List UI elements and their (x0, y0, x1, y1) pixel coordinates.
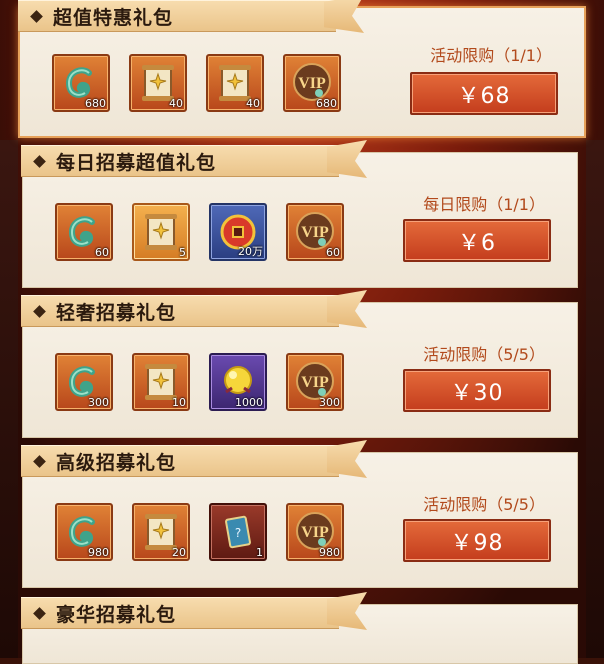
item-slot[interactable]: VIP 60 (286, 203, 344, 261)
diamond-bullet-icon (33, 304, 46, 318)
item-quantity: 20 (172, 546, 186, 559)
diamond-bullet-icon (33, 154, 46, 168)
item-quantity: 5 (179, 246, 186, 259)
item-quantity: 60 (95, 246, 109, 259)
pack-card-4: 豪华招募礼包 (21, 597, 578, 664)
pack-header: 轻奢招募礼包 (21, 295, 339, 327)
buy-button[interactable]: ￥68 (410, 72, 558, 115)
item-quantity: 60 (326, 246, 340, 259)
item-slot[interactable]: 40 (206, 54, 264, 112)
pack-header: 豪华招募礼包 (21, 597, 339, 629)
item-quantity: 980 (319, 546, 340, 559)
item-quantity: 300 (88, 396, 109, 409)
item-quantity: 1000 (235, 396, 263, 409)
diamond-bullet-icon (33, 454, 46, 468)
buy-button[interactable]: ￥98 (403, 519, 551, 562)
item-quantity: 680 (85, 97, 106, 110)
pack-header: 高级招募礼包 (21, 445, 339, 477)
item-slot[interactable]: 20万 (209, 203, 267, 261)
purchase-limit: 活动限购（1/1） (430, 46, 552, 65)
item-slot[interactable]: 680 (52, 54, 110, 112)
pack-card-3: 高级招募礼包 980 20 ? 1 VIP 980 活动限购（5/5） ￥98 (21, 445, 578, 588)
recruit-scroll-icon (139, 210, 183, 254)
card-frame-icon: ? (218, 512, 258, 552)
item-slot[interactable]: 980 (55, 503, 113, 561)
pack-header: 超值特惠礼包 (18, 0, 336, 32)
pack-items: 60 5 20万 VIP 60 (55, 203, 344, 261)
item-slot[interactable]: 5 (132, 203, 190, 261)
right-side-panel (586, 140, 604, 658)
pack-card-1: 每日招募超值礼包 60 5 20万 VIP 60 每日限购（1/1） ￥6 (21, 145, 578, 288)
svg-text:VIP: VIP (301, 524, 329, 541)
pack-title: 超值特惠礼包 (53, 6, 174, 29)
pack-title: 豪华招募礼包 (56, 603, 177, 626)
item-quantity: 1 (256, 546, 263, 559)
svg-text:VIP: VIP (301, 224, 329, 241)
pack-header: 每日招募超值礼包 (21, 145, 339, 177)
item-quantity: 40 (246, 97, 260, 110)
pack-card-0: 超值特惠礼包 680 40 40 VIP 680 活动限购（1/1） ￥68 (18, 0, 586, 138)
buy-button[interactable]: ￥30 (403, 369, 551, 412)
purchase-limit: 活动限购（5/5） (423, 495, 545, 514)
item-slot[interactable]: 300 (55, 353, 113, 411)
svg-text:?: ? (235, 526, 241, 540)
item-slot[interactable]: 1000 (209, 353, 267, 411)
item-quantity: 10 (172, 396, 186, 409)
svg-text:VIP: VIP (301, 374, 329, 391)
purchase-limit: 活动限购（5/5） (423, 345, 545, 364)
pack-title: 高级招募礼包 (56, 451, 177, 474)
item-slot[interactable]: ? 1 (209, 503, 267, 561)
pack-items: 300 10 1000 VIP 300 (55, 353, 344, 411)
item-quantity: 20万 (238, 245, 263, 258)
buy-button[interactable]: ￥6 (403, 219, 551, 262)
item-quantity: 40 (169, 97, 183, 110)
purchase-limit: 每日限购（1/1） (423, 195, 545, 214)
pack-title: 每日招募超值礼包 (56, 151, 217, 174)
svg-text:VIP: VIP (298, 75, 326, 92)
item-slot[interactable]: 20 (132, 503, 190, 561)
item-slot[interactable]: 40 (129, 54, 187, 112)
item-quantity: 680 (316, 97, 337, 110)
item-slot[interactable]: 10 (132, 353, 190, 411)
diamond-bullet-icon (33, 606, 46, 620)
item-slot[interactable]: VIP 980 (286, 503, 344, 561)
item-slot[interactable]: VIP 300 (286, 353, 344, 411)
pack-items: 980 20 ? 1 VIP 980 (55, 503, 344, 561)
pack-card-2: 轻奢招募礼包 300 10 1000 VIP 300 活动限购（5/5） ￥30 (21, 295, 578, 438)
item-slot[interactable]: 60 (55, 203, 113, 261)
item-quantity: 300 (319, 396, 340, 409)
left-side-panel (0, 140, 18, 658)
pack-title: 轻奢招募礼包 (56, 301, 177, 324)
diamond-bullet-icon (30, 9, 43, 23)
item-quantity: 980 (88, 546, 109, 559)
pack-items: 680 40 40 VIP 680 (52, 54, 341, 112)
item-slot[interactable]: VIP 680 (283, 54, 341, 112)
